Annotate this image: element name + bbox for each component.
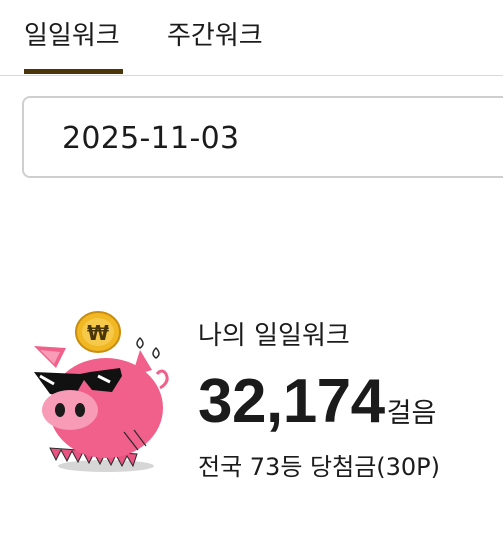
- svg-text:₩: ₩: [87, 321, 109, 345]
- rank-prize-text: 전국 73등 당첨금(30P): [198, 453, 441, 481]
- daily-walk-page: 일일워크 주간워크 2025-11-03 ₩ 나의 일일워크 32,174걸음 …: [0, 0, 503, 545]
- date-selector[interactable]: 2025-11-03: [22, 96, 503, 178]
- step-count-value: 32,174: [198, 367, 385, 436]
- tab-active-indicator: [24, 69, 123, 74]
- tab-bar: 일일워크 주간워크: [0, 0, 503, 76]
- summary-title: 나의 일일워크: [198, 321, 350, 351]
- tab-daily-walk[interactable]: 일일워크: [24, 16, 120, 56]
- tab-weekly-walk[interactable]: 주간워크: [167, 16, 263, 56]
- step-count-unit: 걸음: [386, 398, 437, 428]
- step-count: 32,174걸음: [198, 366, 436, 449]
- date-value: 2025-11-03: [62, 121, 240, 156]
- piggy-bank-coin-icon: ₩: [28, 310, 178, 475]
